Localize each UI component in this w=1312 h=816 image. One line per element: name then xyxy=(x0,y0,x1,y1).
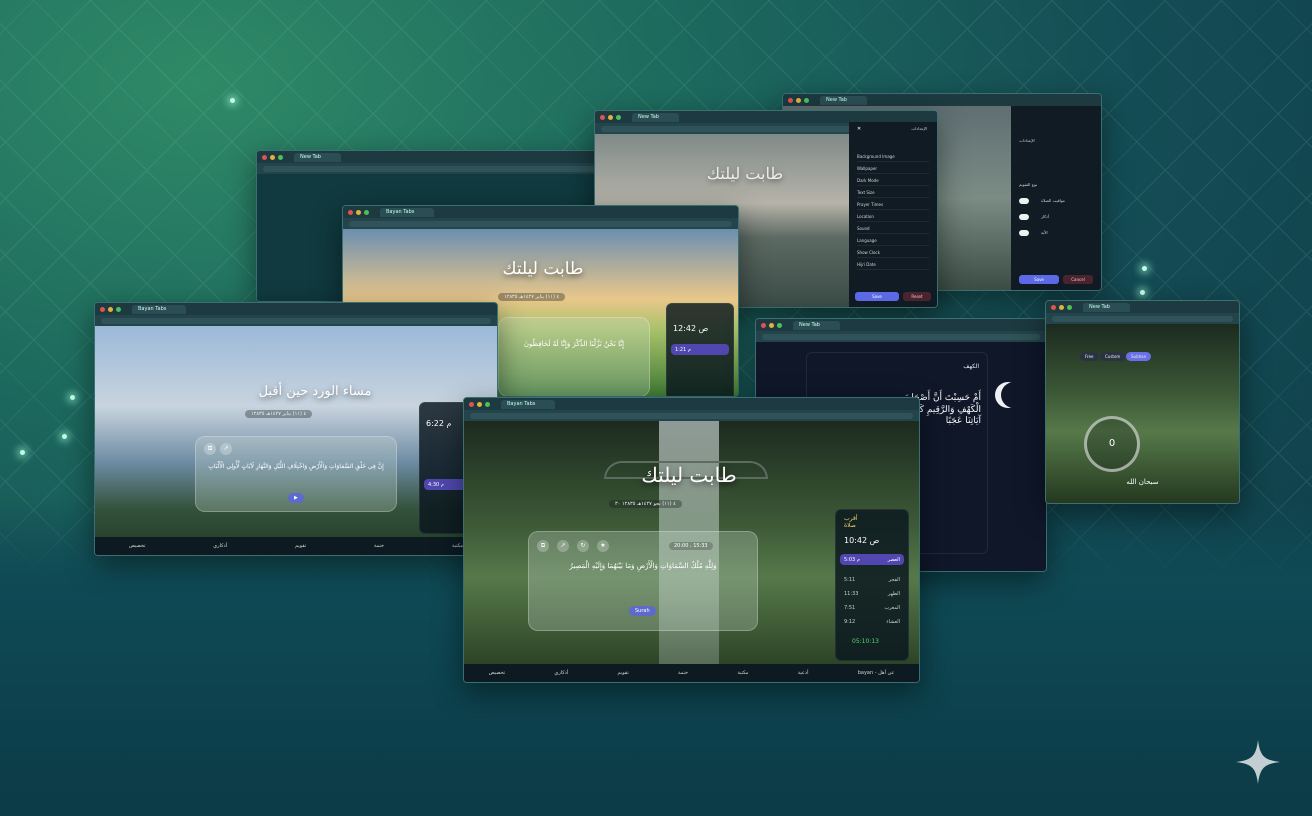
copy-icon[interactable]: ⧉ xyxy=(204,443,216,455)
toggle-switch[interactable] xyxy=(1019,214,1029,220)
date-line: ٤ (١١) يناير ١٤٢٧هـ ١٢٨٣٥ xyxy=(245,410,313,418)
next-prayer-time: 10:42 ص xyxy=(844,536,880,545)
settings-side-panel: ✕ الإعدادات Background Image Wallpaper D… xyxy=(849,122,937,307)
address-bar[interactable] xyxy=(470,412,913,419)
section-title: الإعدادات xyxy=(1019,138,1035,143)
bookmark-icon[interactable]: ★ xyxy=(597,540,609,552)
sparkle-star-icon xyxy=(1236,740,1280,784)
share-icon[interactable]: ↗ xyxy=(220,443,232,455)
prayer-panel: 12:42 ص 1:21 م xyxy=(666,303,734,396)
browser-window-tasbih: New Tab Free Custom Subhan 0 سبحان الله xyxy=(1045,300,1240,504)
mode-chip[interactable]: Free xyxy=(1080,352,1099,361)
play-button[interactable]: ▶ xyxy=(288,493,304,503)
toolbar-item[interactable]: تخصيص xyxy=(129,543,146,549)
prayer-row[interactable]: 9:12 العشاء xyxy=(840,616,904,627)
next-prayer-time: 12:42 ص xyxy=(673,324,709,333)
tasbih-counter[interactable]: 0 xyxy=(1084,416,1140,472)
dhikr-label: سبحان الله xyxy=(1126,478,1159,486)
toggle-switch[interactable] xyxy=(1019,230,1029,236)
active-prayer: 1:21 م xyxy=(671,344,729,355)
brand-label: bayan - عن أهل xyxy=(857,670,895,676)
greeting-heading: طابت ليلتك xyxy=(641,463,737,487)
sparkle xyxy=(230,98,235,103)
save-button[interactable]: Save xyxy=(1019,275,1059,284)
browser-window-main: Bayan Tabs طابت ليلتك ٤ (١١) بجو ١٤٢٧هـ … xyxy=(463,397,920,683)
address-bar[interactable] xyxy=(101,317,491,324)
toolbar-item[interactable]: تقويم xyxy=(618,670,629,676)
copy-icon[interactable]: ⧉ xyxy=(537,540,549,552)
surah-title: الكهف xyxy=(963,363,979,370)
toggle-switch[interactable] xyxy=(1019,198,1029,204)
toolbar-item[interactable]: مكتبة xyxy=(737,670,748,676)
date-line: ٤ (١١) يناير ١٤٢٧هـ ١٢٨٣٥ xyxy=(498,293,566,301)
prayer-panel: أقرب صلاة 10:42 ص 5:03 م العصر 5:11 الفجر… xyxy=(835,509,909,661)
prayer-row[interactable]: 7:51 المغرب xyxy=(840,602,904,613)
toolbar-item[interactable]: ختمة xyxy=(678,670,688,676)
sparkle xyxy=(20,450,25,455)
toolbar-item[interactable]: مكتبة xyxy=(452,543,463,549)
sparkle xyxy=(1140,290,1145,295)
share-icon[interactable]: ↗ xyxy=(557,540,569,552)
prayer-label: أقرب صلاة xyxy=(844,515,858,529)
prayer-row[interactable]: 5:11 الفجر xyxy=(840,574,904,585)
save-button[interactable]: Save xyxy=(855,292,899,301)
bottom-toolbar: تخصيص أذكاري تقويم ختمة مكتبة أدعية baya… xyxy=(464,664,919,682)
panel-title: الإعدادات xyxy=(911,126,927,131)
bottom-toolbar: تخصيص أذكاري تقويم ختمة مكتبة xyxy=(95,537,497,555)
sparkle xyxy=(70,395,75,400)
verse-card: ⧉ ↗ إِنَّ فِي خَلْقِ السَّمَاوَاتِ وَالْ… xyxy=(195,436,397,512)
play-audio-button[interactable]: Surah xyxy=(629,606,656,616)
address-bar[interactable] xyxy=(762,333,1040,340)
mode-chip[interactable]: Custom xyxy=(1100,352,1126,361)
refresh-icon[interactable]: ↻ xyxy=(577,540,589,552)
verse-reference: 20:00 ، 15:33 xyxy=(669,542,713,550)
prayer-row[interactable]: 11:33 الظهر xyxy=(840,588,904,599)
maximize-window-button[interactable] xyxy=(485,401,490,407)
verse-text: إِنَّ فِي خَلْقِ السَّمَاوَاتِ وَالْأَرْ… xyxy=(208,463,384,470)
toolbar-item[interactable]: أذكاري xyxy=(554,670,568,676)
moon-icon xyxy=(1001,382,1027,408)
toolbar-item[interactable]: تخصيص xyxy=(489,670,506,676)
address-bar[interactable] xyxy=(349,220,732,227)
verse-card: ⧉ ↗ ↻ ★ 20:00 ، 15:33 وَلِلَّهِ مُلْكُ ا… xyxy=(528,531,758,631)
verse-card: إِنَّا نَحْنُ نَزَّلْنَا الذِّكْرَ وَإِن… xyxy=(498,317,650,396)
date-line: ٤ (١١) بجو ١٤٢٧هـ ١٢٨٣٥ ٣٠ xyxy=(609,500,682,508)
section-title: نوع التقويم xyxy=(1019,182,1038,187)
verse-text: إِنَّا نَحْنُ نَزَّلْنَا الذِّكْرَ وَإِن… xyxy=(523,340,625,348)
greeting-heading: طابت ليلتك xyxy=(706,164,784,183)
toolbar-item[interactable]: ختمة xyxy=(374,543,384,549)
close-icon[interactable]: ✕ xyxy=(857,126,861,132)
active-prayer-row[interactable]: 5:03 م العصر xyxy=(840,554,904,565)
sparkle xyxy=(62,434,67,439)
sparkle xyxy=(1142,266,1147,271)
next-prayer-time: 6:22 م xyxy=(426,419,452,428)
toolbar-item[interactable]: تقويم xyxy=(295,543,306,549)
close-window-button[interactable] xyxy=(469,401,474,407)
settings-panel: الإعدادات نوع التقويم مواقيت الصلاة أذكا… xyxy=(1011,106,1101,290)
browser-window-mountains: Bayan Tabs مساء الورد حين أقبل ٤ (١١) ين… xyxy=(94,302,498,556)
greeting-heading: طابت ليلتك xyxy=(502,259,584,279)
mode-chip-active[interactable]: Subhan xyxy=(1126,352,1152,361)
address-bar[interactable] xyxy=(1052,315,1233,322)
toolbar-item[interactable]: أدعية xyxy=(798,670,809,676)
countdown-timer: 05:10:13 xyxy=(852,638,879,645)
toolbar-item[interactable]: أذكاري xyxy=(213,543,227,549)
browser-tab[interactable]: Bayan Tabs xyxy=(501,399,556,409)
greeting-heading: مساء الورد حين أقبل xyxy=(258,384,372,399)
minimize-window-button[interactable] xyxy=(477,401,482,407)
cancel-button[interactable]: Cancel xyxy=(1063,275,1093,284)
verse-text: وَلِلَّهِ مُلْكُ السَّمَاوَاتِ وَالْأَرْ… xyxy=(569,562,717,570)
reset-button[interactable]: Reset xyxy=(903,292,931,301)
address-bar[interactable] xyxy=(263,165,601,172)
